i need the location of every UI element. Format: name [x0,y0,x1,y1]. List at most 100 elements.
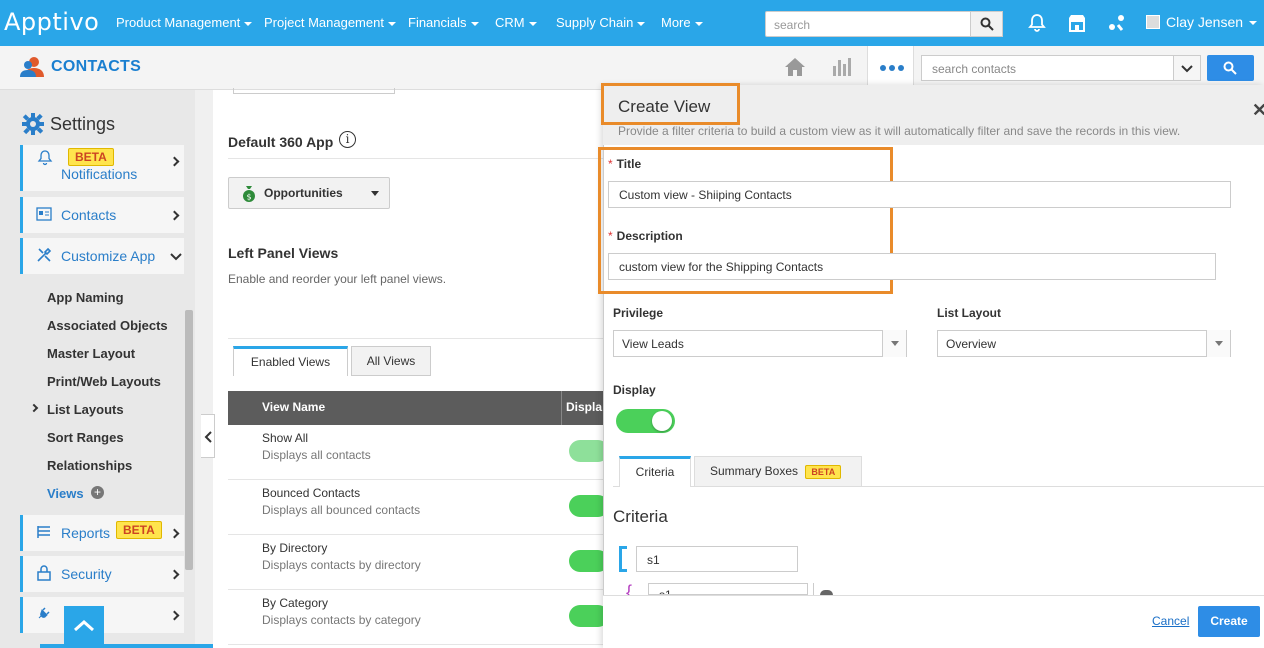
chevron-right-icon [169,610,180,621]
chevron-left-icon [204,431,212,443]
criteria-input-2[interactable]: s1 [648,583,808,595]
sidebar-sub-master-layout[interactable]: Master Layout [47,346,135,361]
contact-card-icon [36,207,52,221]
sidebar-item-customize-app[interactable]: Customize App [20,238,184,274]
beta-badge: BETA [68,148,114,166]
create-button[interactable]: Create [1198,606,1260,637]
table-row[interactable]: Bounced Contacts Displays all bounced co… [228,480,609,535]
chevron-right-icon [169,528,180,539]
search-icon [1223,61,1237,75]
divider [228,338,603,339]
connections-icon[interactable] [1107,13,1127,33]
user-menu[interactable]: Clay Jensen [1146,14,1258,30]
sidebar-scrollbar-thumb[interactable] [185,310,193,570]
sidebar-item-notifications[interactable]: BETA Notifications [20,145,184,191]
tab-all-views[interactable]: All Views [351,346,431,376]
title-input[interactable]: Custom view - Shiiping Contacts [608,181,1231,208]
contacts-search-button[interactable] [1207,55,1254,81]
criteria-bracket [619,546,627,572]
criteria-input-1[interactable]: s1 [636,546,798,572]
sidebar-item-label: Reports [61,525,111,541]
home-icon[interactable] [784,56,806,78]
page-title: CONTACTS [51,58,142,75]
sidebar-item-label: Contacts [61,207,117,223]
view-name: Bounced Contacts [262,486,361,500]
scroll-to-top-button[interactable] [64,606,104,648]
sidebar-sub-print-web-layouts[interactable]: Print/Web Layouts [47,374,161,389]
close-icon[interactable]: ✕ [1252,101,1264,119]
money-bag-icon: $ [243,186,255,202]
info-icon[interactable]: i [339,131,356,148]
sidebar-sub-relationships[interactable]: Relationships [47,458,132,473]
store-icon[interactable] [1067,13,1087,33]
default-360-select[interactable]: $ Opportunities [228,177,390,209]
view-name: Show All [262,431,309,445]
title-label: * Title [608,157,642,171]
global-search-button[interactable] [971,11,1003,37]
global-search-input[interactable]: search [765,11,971,37]
sidebar-scrollbar-track [195,90,213,648]
contacts-search-input[interactable]: search contacts [921,55,1174,81]
view-desc: Displays contacts by category [262,613,421,627]
nav-financials[interactable]: Financials [408,15,479,30]
privilege-value: View Leads [622,337,684,351]
search-filter-dropdown[interactable] [1173,55,1201,81]
nav-more[interactable]: More [661,15,703,30]
caret-down-icon [1206,330,1230,357]
tab-label: Summary Boxes [710,464,799,478]
table-row[interactable]: By Directory Displays contacts by direct… [228,535,609,590]
more-options-button[interactable] [867,46,914,90]
nav-supply-chain[interactable]: Supply Chain [556,15,646,30]
list-layout-label: List Layout [937,306,1002,320]
sidebar-sub-views[interactable]: Views [47,486,84,501]
sidebar-item-label: Customize App [61,248,156,264]
default-360-value: Opportunities [264,186,343,200]
sidebar-sub-associated-objects[interactable]: Associated Objects [47,318,168,333]
sidebar-sub-sort-ranges[interactable]: Sort Ranges [47,430,124,445]
divider [228,158,603,159]
column-divider [561,391,562,425]
bar-chart-icon[interactable] [831,56,853,78]
table-row[interactable]: By Category Displays contacts by categor… [228,590,609,645]
privilege-select[interactable]: View Leads [613,330,907,357]
tools-icon [37,247,52,262]
nav-crm[interactable]: CRM [495,15,537,30]
cancel-link[interactable]: Cancel [1152,614,1189,628]
privilege-label: Privilege [613,306,664,320]
view-name: By Directory [262,541,328,555]
sidebar-sub-list-layouts[interactable]: List Layouts [47,402,124,417]
beta-badge: BETA [116,521,162,539]
caret-down-icon [371,191,379,196]
tab-criteria[interactable]: Criteria [619,456,691,487]
add-view-icon[interactable]: + [91,486,104,499]
chevron-right-icon [169,156,180,167]
search-icon [980,17,994,31]
lock-icon [37,565,51,581]
svg-text:$: $ [246,193,251,202]
sidebar-item-reports[interactable]: Reports BETA [20,515,184,551]
nav-project-management[interactable]: Project Management [264,15,396,30]
description-input[interactable]: custom view for the Shipping Contacts [608,253,1216,280]
display-toggle[interactable] [616,409,675,433]
bell-icon [37,150,53,166]
chevron-down-icon [170,253,182,261]
nav-product-management[interactable]: Product Management [116,15,253,30]
table-header: View Name Displa [228,391,603,425]
sidebar-item-label: Security [61,566,112,582]
view-desc: Displays all bounced contacts [262,503,421,517]
bell-icon[interactable] [1027,13,1047,33]
left-panel-views-title: Left Panel Views [228,245,339,261]
sidebar-sub-app-naming[interactable]: App Naming [47,290,124,305]
list-layout-select[interactable]: Overview [937,330,1231,357]
sidebar-item-contacts[interactable]: Contacts [20,197,184,233]
collapse-sidebar-button[interactable] [201,414,215,458]
report-icon [37,526,50,538]
sidebar-item-security[interactable]: Security [20,556,184,592]
divider [813,583,814,595]
table-row[interactable]: Show All Displays all contacts [228,425,609,480]
tab-enabled-views[interactable]: Enabled Views [233,346,348,376]
tab-summary-boxes[interactable]: Summary Boxes BETA [694,456,862,487]
view-desc: Displays all contacts [262,448,371,462]
chevron-down-icon [1181,65,1193,73]
app-logo[interactable]: Apptivo [4,8,99,36]
